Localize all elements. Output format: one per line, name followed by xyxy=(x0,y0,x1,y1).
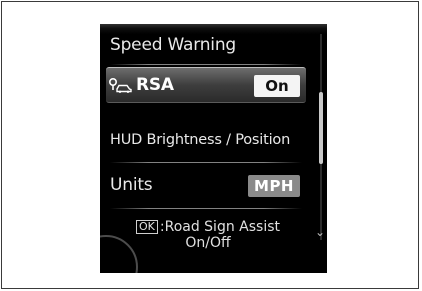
multi-info-display: Speed Warning RSA On HUD Brightness / Po… xyxy=(100,24,327,273)
rsa-status-badge: On xyxy=(254,75,300,97)
menu-item-label: HUD Brightness / Position xyxy=(110,132,291,148)
scrollbar[interactable] xyxy=(319,34,323,240)
menu-divider xyxy=(110,162,302,163)
ok-button-hint: OK:Road Sign Assist On/Off xyxy=(118,219,298,251)
menu-item-label: Units xyxy=(110,175,153,195)
menu-item-speed-warning[interactable]: Speed Warning xyxy=(110,28,306,62)
menu-item-label: RSA xyxy=(136,75,174,95)
menu-item-hud-brightness-position[interactable]: HUD Brightness / Position xyxy=(110,123,306,157)
scrollbar-thumb[interactable] xyxy=(319,92,323,164)
figure-frame: Speed Warning RSA On HUD Brightness / Po… xyxy=(1,1,419,289)
menu-item-rsa[interactable]: RSA On xyxy=(106,67,306,103)
units-value-badge: MPH xyxy=(248,175,300,197)
menu-item-units[interactable]: Units MPH xyxy=(110,168,306,202)
hint-text: :Road Sign Assist On/Off xyxy=(159,219,280,251)
ok-key-icon: OK xyxy=(136,220,158,234)
chevron-down-icon: ⌄ xyxy=(314,225,325,239)
menu-item-label: Speed Warning xyxy=(110,35,236,55)
menu-divider xyxy=(110,208,302,209)
menu-divider xyxy=(110,64,302,65)
road-sign-car-icon xyxy=(108,76,134,94)
